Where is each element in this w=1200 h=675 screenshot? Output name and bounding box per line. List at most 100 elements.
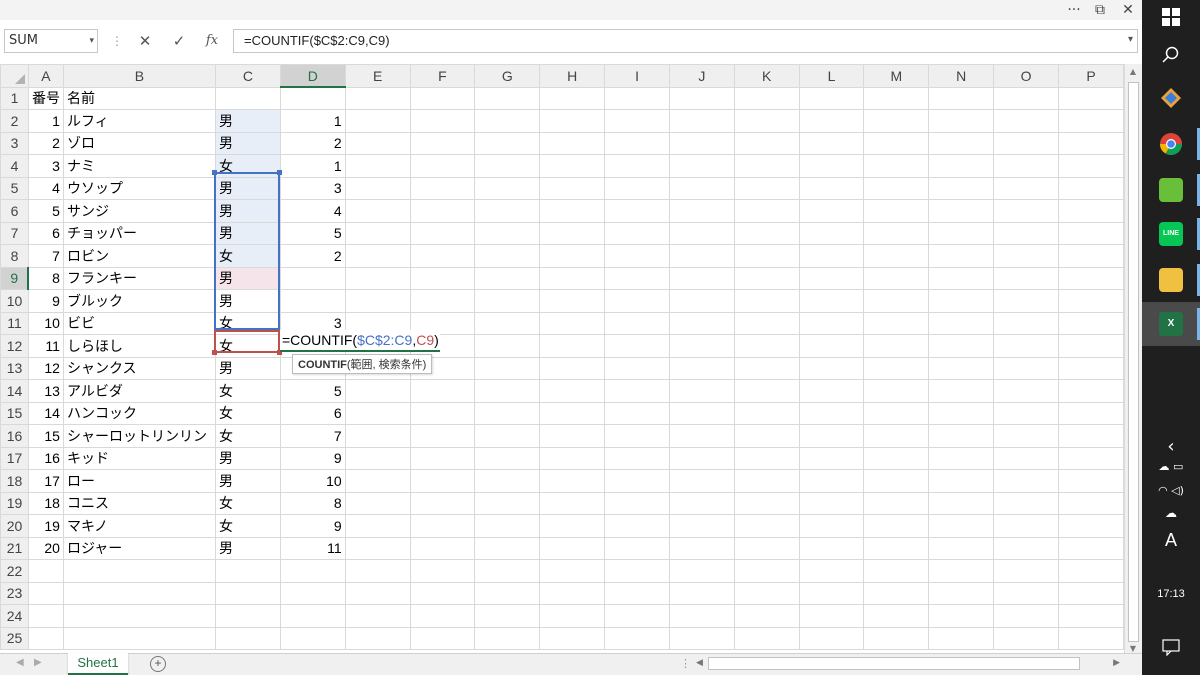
cell-a5[interactable]: 4 [27, 176, 64, 200]
cell-o16[interactable] [993, 424, 1060, 448]
cell-n21[interactable] [928, 536, 995, 560]
cell-d4[interactable]: 1 [279, 154, 346, 178]
cell-i13[interactable] [604, 356, 670, 380]
cell-a10[interactable]: 9 [27, 289, 64, 313]
cell-o9[interactable] [993, 266, 1060, 290]
cell-k15[interactable] [733, 401, 800, 425]
cell-k21[interactable] [733, 536, 800, 560]
column-header-h[interactable]: H [539, 64, 606, 88]
row-header-11[interactable]: 11 [0, 311, 29, 335]
cell-g15[interactable] [474, 401, 541, 425]
row-header-24[interactable]: 24 [0, 604, 29, 628]
cell-p5[interactable] [1058, 176, 1124, 200]
cell-d6[interactable]: 4 [279, 199, 346, 223]
cell-n1[interactable] [928, 86, 995, 110]
chrome-icon[interactable] [1159, 132, 1183, 156]
cell-k5[interactable] [733, 176, 800, 200]
expand-formula-bar-icon[interactable]: ▾ [1128, 34, 1133, 45]
row-header-16[interactable]: 16 [0, 424, 29, 448]
cell-h8[interactable] [539, 244, 606, 268]
column-header-d[interactable]: D [279, 64, 346, 88]
cell-j16[interactable] [668, 424, 735, 448]
cell-f9[interactable] [409, 266, 476, 290]
cell-a25[interactable] [27, 626, 64, 650]
cell-a1[interactable]: 番号 [27, 86, 64, 110]
cell-c2[interactable]: 男 [214, 109, 281, 133]
vertical-scroll-thumb[interactable] [1128, 82, 1139, 642]
cell-g14[interactable] [474, 379, 541, 403]
cell-j23[interactable] [668, 581, 735, 605]
cell-d16[interactable]: 7 [279, 424, 346, 448]
cell-j3[interactable] [668, 131, 735, 155]
cell-p8[interactable] [1058, 244, 1124, 268]
select-all-corner[interactable] [0, 64, 29, 88]
cell-k6[interactable] [733, 199, 800, 223]
cell-c6[interactable]: 男 [214, 199, 281, 223]
close-window-icon[interactable]: ✕ [1116, 0, 1140, 20]
cell-i12[interactable] [604, 334, 670, 358]
cell-b22[interactable] [62, 559, 216, 583]
cell-k10[interactable] [733, 289, 800, 313]
cell-l19[interactable] [798, 491, 865, 515]
cell-c17[interactable]: 男 [214, 446, 281, 470]
cell-d17[interactable]: 9 [279, 446, 346, 470]
cell-a15[interactable]: 14 [27, 401, 64, 425]
cell-n10[interactable] [928, 289, 995, 313]
cell-p11[interactable] [1058, 311, 1124, 335]
cell-l20[interactable] [798, 514, 865, 538]
cell-c5[interactable]: 男 [214, 176, 281, 200]
cell-b9[interactable]: フランキー [62, 266, 216, 290]
cell-a24[interactable] [27, 604, 64, 628]
column-header-g[interactable]: G [474, 64, 541, 88]
cell-b10[interactable]: ブルック [62, 289, 216, 313]
cell-m19[interactable] [863, 491, 930, 515]
cell-a3[interactable]: 2 [27, 131, 64, 155]
cell-a23[interactable] [27, 581, 64, 605]
cell-j19[interactable] [668, 491, 735, 515]
cell-b23[interactable] [62, 581, 216, 605]
cell-h13[interactable] [539, 356, 606, 380]
cell-p19[interactable] [1058, 491, 1124, 515]
cell-j7[interactable] [668, 221, 735, 245]
cell-n6[interactable] [928, 199, 995, 223]
cell-h7[interactable] [539, 221, 606, 245]
cell-o6[interactable] [993, 199, 1060, 223]
cell-f22[interactable] [409, 559, 476, 583]
cell-d2[interactable]: 1 [279, 109, 346, 133]
cell-i6[interactable] [604, 199, 670, 223]
cell-d1[interactable] [279, 86, 346, 110]
cell-d19[interactable]: 8 [279, 491, 346, 515]
cell-e7[interactable] [344, 221, 411, 245]
cell-a8[interactable]: 7 [27, 244, 64, 268]
cell-e14[interactable] [344, 379, 411, 403]
store-app-icon[interactable] [1159, 86, 1183, 110]
cell-h3[interactable] [539, 131, 606, 155]
horizontal-scroll-thumb[interactable] [708, 657, 1080, 670]
cell-g1[interactable] [474, 86, 541, 110]
cell-i1[interactable] [604, 86, 670, 110]
cell-l25[interactable] [798, 626, 865, 650]
cell-h23[interactable] [539, 581, 606, 605]
cell-k13[interactable] [733, 356, 800, 380]
cell-i17[interactable] [604, 446, 670, 470]
cell-n3[interactable] [928, 131, 995, 155]
cell-l5[interactable] [798, 176, 865, 200]
onedrive-battery-icons[interactable]: ☁ ▭ [1142, 460, 1200, 473]
cell-i20[interactable] [604, 514, 670, 538]
row-header-2[interactable]: 2 [0, 109, 29, 133]
cell-o19[interactable] [993, 491, 1060, 515]
remote-desktop-icon[interactable] [1159, 178, 1183, 202]
cell-k17[interactable] [733, 446, 800, 470]
cell-f20[interactable] [409, 514, 476, 538]
cell-g9[interactable] [474, 266, 541, 290]
cell-j5[interactable] [668, 176, 735, 200]
cell-k11[interactable] [733, 311, 800, 335]
cell-l3[interactable] [798, 131, 865, 155]
row-header-4[interactable]: 4 [0, 154, 29, 178]
cell-c15[interactable]: 女 [214, 401, 281, 425]
column-header-o[interactable]: O [993, 64, 1060, 88]
next-sheet-icon[interactable]: ▶ [34, 657, 42, 668]
cell-f18[interactable] [409, 469, 476, 493]
cell-n17[interactable] [928, 446, 995, 470]
cell-i4[interactable] [604, 154, 670, 178]
